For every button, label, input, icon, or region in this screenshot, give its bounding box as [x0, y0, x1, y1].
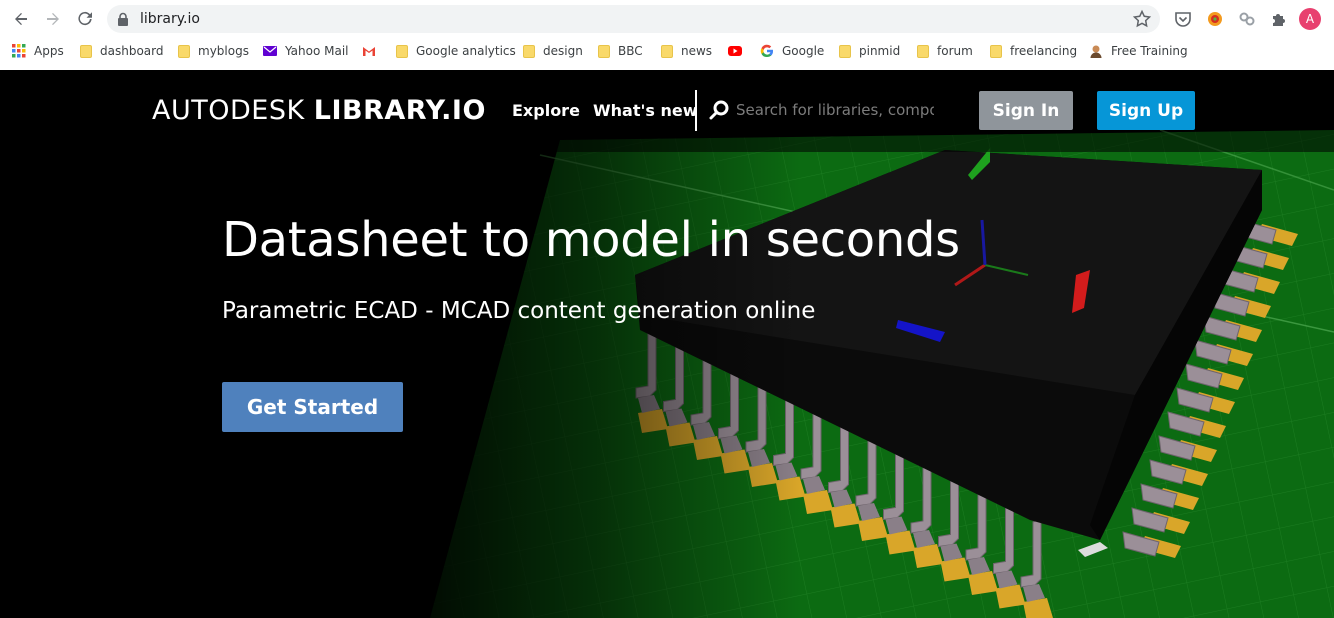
apps-grid-icon — [12, 44, 26, 58]
bookmark-gmail[interactable] — [362, 42, 384, 60]
bookmark-label: Google — [782, 44, 825, 58]
back-arrow-icon — [15, 13, 27, 25]
bookmark-design[interactable]: design — [523, 42, 583, 60]
search-icon[interactable] — [709, 100, 729, 120]
folder-icon — [661, 44, 673, 58]
honey-extension-icon — [1208, 12, 1222, 26]
address-bar[interactable]: library.io — [107, 5, 1160, 33]
bookmark-label: BBC — [618, 44, 643, 58]
youtube-icon — [728, 44, 742, 58]
forward-button[interactable] — [40, 6, 66, 32]
folder-icon — [917, 44, 929, 58]
bookmark-dashboard[interactable]: dashboard — [80, 42, 163, 60]
lock-icon — [118, 12, 128, 26]
folder-icon — [598, 44, 610, 58]
autodesk-library-logo[interactable]: AUTODESK LIBRARY.IO — [152, 95, 486, 126]
reload-button[interactable] — [72, 6, 98, 32]
logo-text-bold: LIBRARY.IO — [313, 95, 486, 126]
get-started-button[interactable]: Get Started — [222, 382, 403, 432]
pocket-extension[interactable] — [1171, 7, 1195, 31]
forward-arrow-icon — [47, 13, 59, 25]
search-input[interactable] — [736, 98, 934, 122]
bookmark-google-analytics[interactable]: Google analytics — [396, 42, 516, 60]
google-icon — [760, 44, 774, 58]
bookmark-label: Apps — [34, 44, 64, 58]
site-header: AUTODESK LIBRARY.IO Explore What's new S… — [0, 70, 1334, 152]
folder-icon — [839, 44, 851, 58]
nav-whats-new[interactable]: What's new — [593, 101, 698, 120]
hero-subtitle: Parametric ECAD - MCAD content generatio… — [222, 298, 816, 324]
bookmarks-bar: Apps dashboard myblogs Yahoo Mail Google ana… — [0, 38, 1334, 64]
bookmark-yahoo-mail[interactable]: Yahoo Mail — [263, 42, 349, 60]
nav-separator — [695, 90, 697, 131]
bookmark-freelancing[interactable]: freelancing — [990, 42, 1077, 60]
bookmark-youtube[interactable] — [728, 42, 750, 60]
pcb-chip-3d-render — [0, 70, 1334, 618]
bookmark-bbc[interactable]: BBC — [598, 42, 643, 60]
bookmark-google[interactable]: Google — [760, 42, 824, 60]
bookmark-star-icon[interactable] — [1132, 9, 1152, 29]
hero-title: Datasheet to model in seconds — [222, 212, 960, 268]
sign-up-button[interactable]: Sign Up — [1097, 91, 1195, 130]
sign-in-button[interactable]: Sign In — [979, 91, 1073, 130]
bookmark-label: design — [543, 44, 583, 58]
browser-chrome: library.io A Apps dashboard myblogs Yahoo M… — [0, 0, 1334, 71]
bookmark-forum[interactable]: forum — [917, 42, 973, 60]
folder-icon — [178, 44, 190, 58]
folder-icon — [80, 44, 92, 58]
reload-icon — [78, 11, 92, 26]
logo-text-light: AUTODESK — [152, 95, 314, 126]
browser-toolbar: library.io A — [0, 0, 1334, 38]
bookmark-apps[interactable]: Apps — [12, 42, 64, 60]
bookmark-label: freelancing — [1010, 44, 1078, 58]
bookmark-myblogs[interactable]: myblogs — [178, 42, 249, 60]
bookmark-label: news — [681, 44, 713, 58]
profile-avatar[interactable]: A — [1299, 8, 1321, 30]
pocket-icon — [1175, 12, 1191, 27]
person-icon — [1089, 44, 1103, 58]
bookmark-label: myblogs — [198, 44, 249, 58]
folder-icon — [990, 44, 1002, 58]
gmail-icon — [362, 44, 376, 58]
bookmark-label: Google analytics — [416, 44, 516, 58]
extension-link[interactable] — [1235, 7, 1259, 31]
extension-colorful[interactable] — [1203, 7, 1227, 31]
bookmark-pinmid[interactable]: pinmid — [839, 42, 900, 60]
yahoo-mail-icon — [263, 44, 277, 58]
link-extension-icon — [1239, 12, 1255, 26]
folder-icon — [396, 44, 408, 58]
bookmark-label: forum — [937, 44, 973, 58]
puzzle-icon — [1273, 14, 1285, 26]
bookmark-label: Free Training — [1111, 44, 1188, 58]
bookmark-label: pinmid — [859, 44, 901, 58]
bookmark-news[interactable]: news — [661, 42, 712, 60]
folder-icon — [523, 44, 535, 58]
back-button[interactable] — [8, 6, 34, 32]
nav-explore[interactable]: Explore — [512, 101, 580, 120]
extensions-button[interactable] — [1267, 7, 1291, 31]
bookmark-label: Yahoo Mail — [285, 44, 349, 58]
bookmark-free-training[interactable]: Free Training — [1089, 42, 1188, 60]
bookmark-label: dashboard — [100, 44, 164, 58]
url-text: library.io — [140, 11, 200, 27]
library-io-page: AUTODESK LIBRARY.IO Explore What's new S… — [0, 70, 1334, 618]
